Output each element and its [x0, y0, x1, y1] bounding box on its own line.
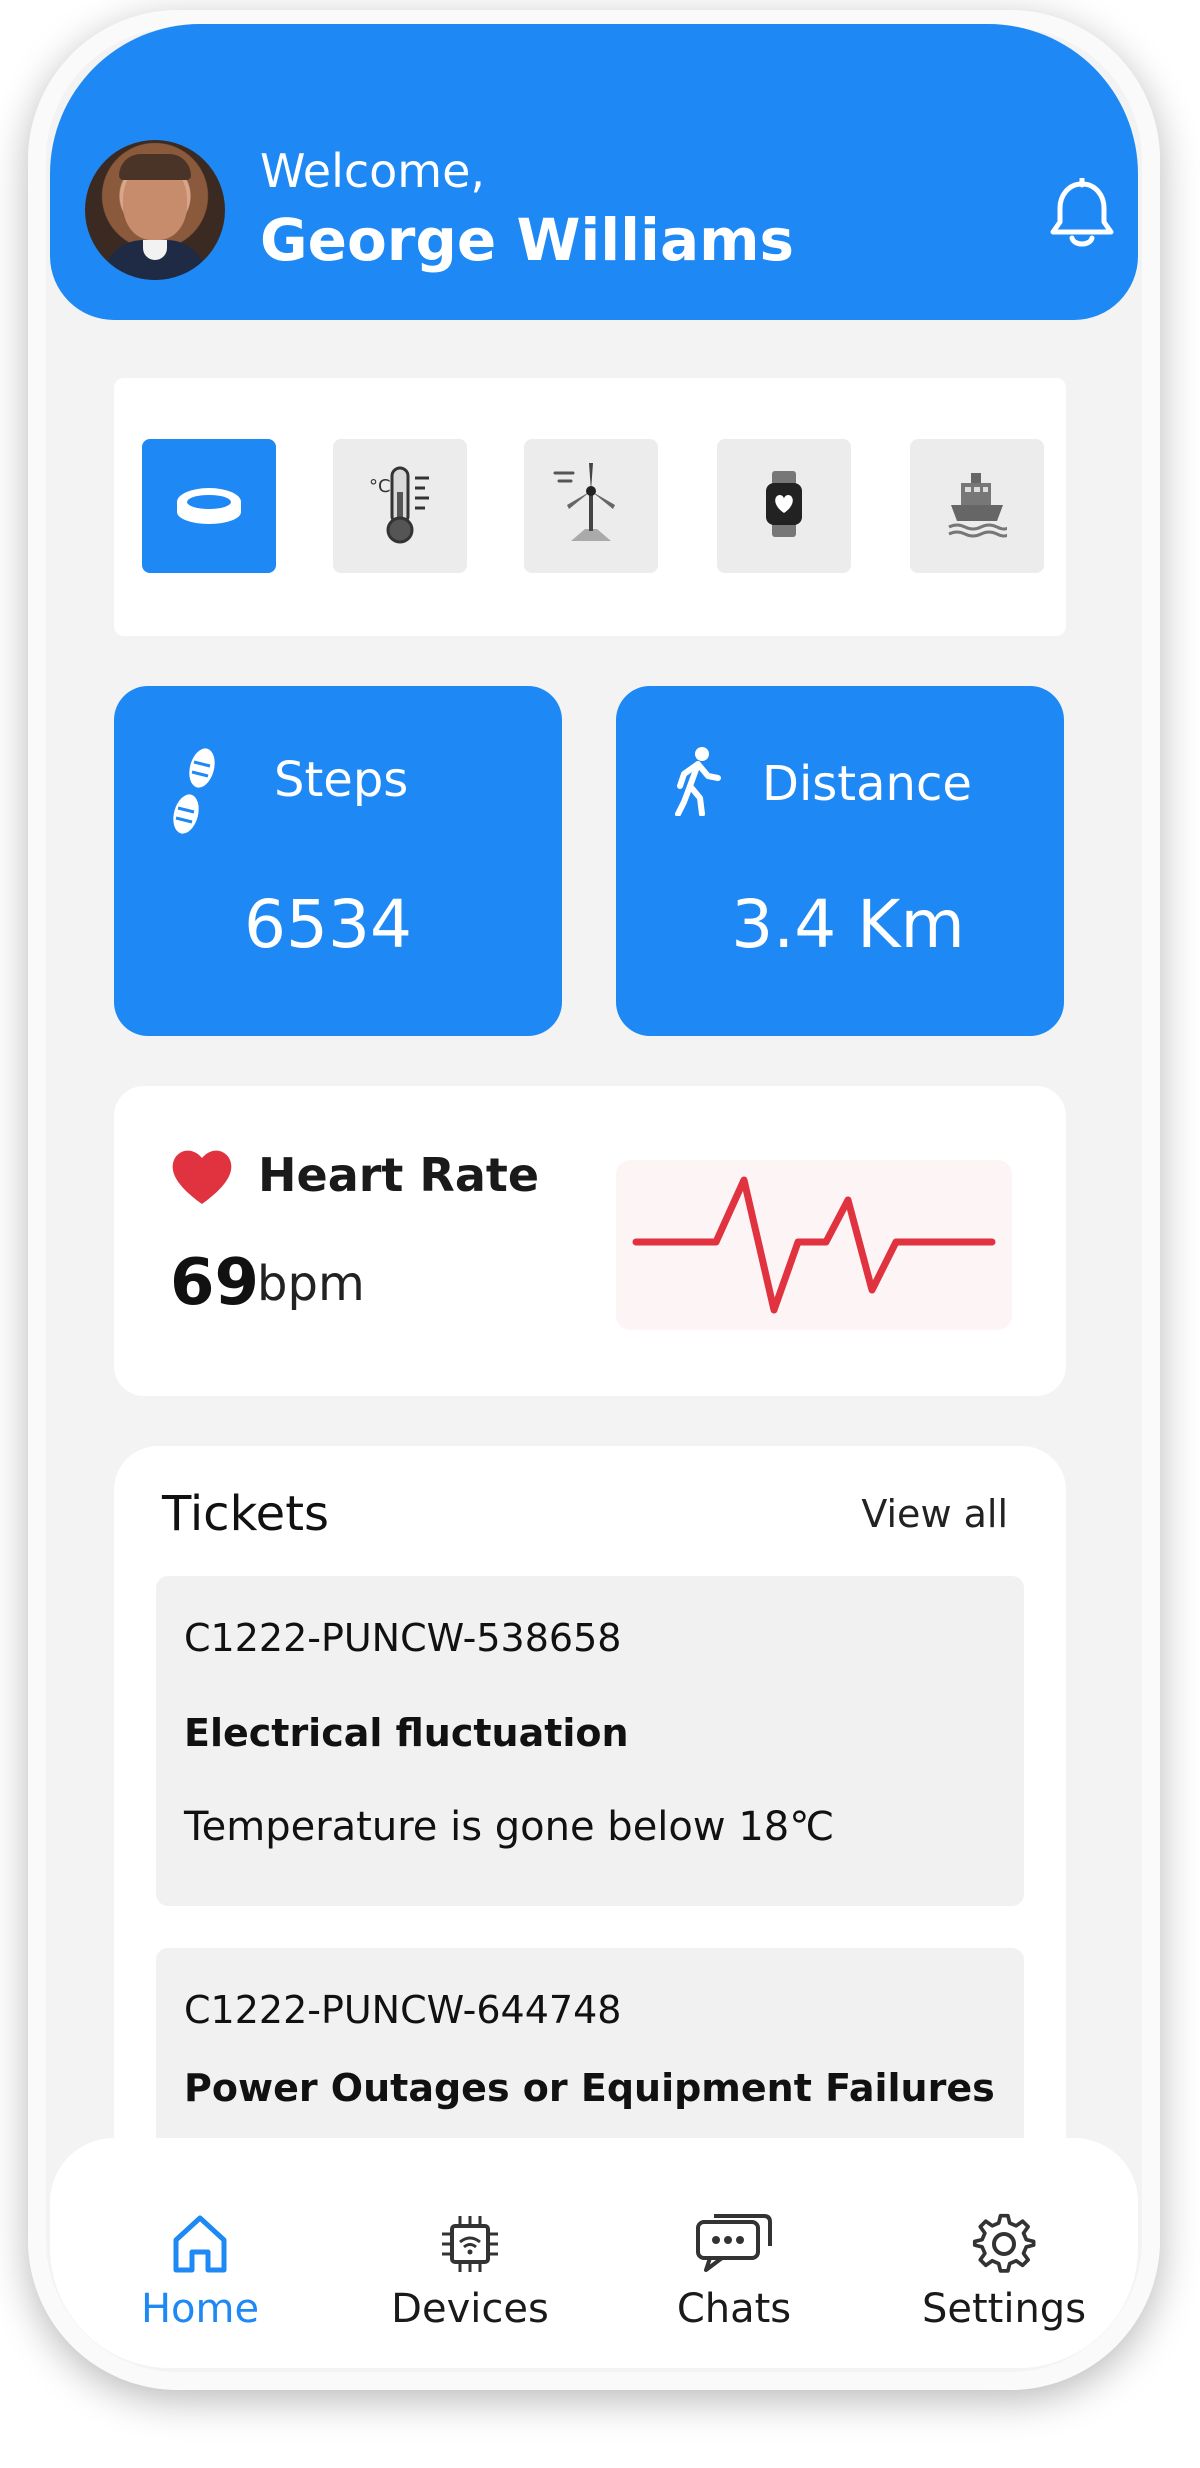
heart-rate-unit: bpm: [257, 1256, 365, 1312]
ticket-subject: Electrical fluctuation: [184, 1711, 629, 1755]
distance-label: Distance: [762, 756, 972, 812]
nav-chats-label: Chats: [676, 2286, 792, 2332]
nav-settings-label: Settings: [921, 2286, 1087, 2332]
nav-chats[interactable]: Chats: [624, 2138, 844, 2368]
device-tab-smartwatch[interactable]: [717, 439, 851, 573]
welcome-text: Welcome,: [260, 144, 486, 198]
tickets-section: Tickets View all C1222-PUNCW-538658 Elec…: [114, 1446, 1066, 2246]
thermometer-icon: °C: [365, 462, 435, 550]
avatar[interactable]: [85, 140, 225, 280]
nav-devices-label: Devices: [391, 2286, 549, 2332]
ticket-subject: Power Outages or Equipment Failures: [184, 2066, 995, 2110]
heart-rate-title: Heart Rate: [258, 1148, 540, 1202]
bottom-nav: Home Devices Chats Settings: [50, 2138, 1138, 2368]
ticket-description: Temperature is gone below 18℃: [184, 1804, 835, 1850]
nav-devices[interactable]: Devices: [360, 2138, 580, 2368]
walking-person-icon: [674, 746, 724, 820]
wind-turbine-icon: [551, 459, 631, 553]
heart-rate-card[interactable]: Heart Rate 69 bpm: [114, 1086, 1066, 1396]
device-tab-ring[interactable]: [142, 439, 276, 573]
footprints-icon: [164, 742, 224, 850]
bell-icon[interactable]: [1048, 176, 1116, 250]
ecg-graph: [616, 1160, 1012, 1330]
ticket-card[interactable]: C1222-PUNCW-538658 Electrical fluctuatio…: [156, 1576, 1024, 1906]
distance-value: 3.4 Km: [731, 886, 965, 963]
user-name: George Williams: [260, 206, 795, 274]
ship-icon: [947, 469, 1011, 543]
gear-icon: [972, 2212, 1036, 2276]
view-all-link[interactable]: View all: [861, 1492, 1008, 1536]
app-header: Welcome, George Williams: [50, 24, 1138, 320]
ring-icon: [173, 482, 245, 530]
ticket-id: C1222-PUNCW-644748: [184, 1988, 622, 2032]
chat-bubbles-icon: [694, 2212, 774, 2276]
nav-settings[interactable]: Settings: [894, 2138, 1114, 2368]
home-icon: [168, 2212, 232, 2276]
nav-home-label: Home: [140, 2286, 260, 2332]
nav-home[interactable]: Home: [90, 2138, 310, 2368]
device-tab-ship[interactable]: [910, 439, 1044, 573]
ticket-id: C1222-PUNCW-538658: [184, 1616, 622, 1660]
smartwatch-icon: [762, 469, 806, 543]
steps-card[interactable]: Steps 6534: [114, 686, 562, 1036]
heart-icon: [170, 1146, 234, 1210]
svg-text:°C: °C: [369, 476, 391, 497]
device-tab-thermometer[interactable]: °C: [333, 439, 467, 573]
phone-frame: Welcome, George Williams °C Steps 6534 D…: [28, 10, 1160, 2390]
device-selector: °C: [114, 378, 1066, 636]
device-tab-wind-turbine[interactable]: [524, 439, 658, 573]
chip-icon: [438, 2212, 502, 2276]
heart-rate-value: 69: [170, 1246, 260, 1320]
steps-value: 6534: [244, 886, 412, 963]
steps-label: Steps: [274, 752, 409, 808]
tickets-title: Tickets: [162, 1486, 330, 1542]
distance-card[interactable]: Distance 3.4 Km: [616, 686, 1064, 1036]
